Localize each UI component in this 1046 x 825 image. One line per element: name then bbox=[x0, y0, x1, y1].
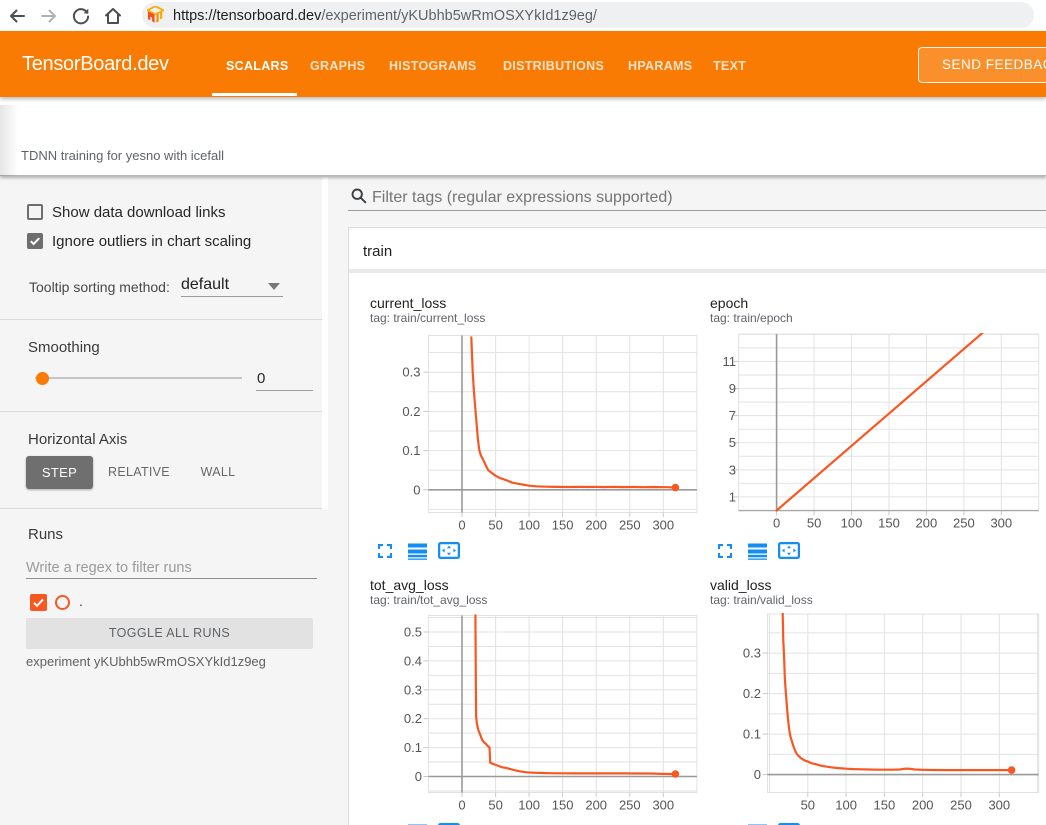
svg-text:50: 50 bbox=[488, 798, 502, 813]
svg-text:0.2: 0.2 bbox=[404, 711, 422, 726]
svg-text:250: 250 bbox=[953, 516, 975, 531]
svg-text:0.1: 0.1 bbox=[402, 443, 420, 458]
svg-text:5: 5 bbox=[729, 435, 736, 450]
svg-text:100: 100 bbox=[841, 516, 863, 531]
svg-text:50: 50 bbox=[488, 518, 502, 533]
svg-text:1: 1 bbox=[729, 489, 736, 504]
svg-text:0.1: 0.1 bbox=[743, 727, 761, 742]
svg-text:0.3: 0.3 bbox=[402, 365, 420, 380]
svg-text:0.2: 0.2 bbox=[743, 686, 761, 701]
svg-text:0: 0 bbox=[458, 798, 465, 813]
svg-text:300: 300 bbox=[988, 798, 1010, 813]
svg-text:300: 300 bbox=[652, 798, 674, 813]
svg-text:150: 150 bbox=[552, 518, 574, 533]
svg-text:250: 250 bbox=[950, 798, 972, 813]
svg-text:200: 200 bbox=[585, 798, 607, 813]
svg-text:0: 0 bbox=[754, 767, 761, 782]
svg-text:0.3: 0.3 bbox=[743, 646, 761, 661]
svg-text:300: 300 bbox=[652, 518, 674, 533]
svg-text:100: 100 bbox=[518, 798, 540, 813]
svg-text:100: 100 bbox=[835, 798, 857, 813]
svg-text:0.3: 0.3 bbox=[404, 682, 422, 697]
svg-text:0.4: 0.4 bbox=[404, 653, 422, 668]
svg-text:0.1: 0.1 bbox=[404, 740, 422, 755]
svg-text:9: 9 bbox=[729, 381, 736, 396]
svg-text:0.5: 0.5 bbox=[404, 625, 422, 640]
svg-text:0: 0 bbox=[458, 518, 465, 533]
svg-text:200: 200 bbox=[912, 798, 934, 813]
svg-text:200: 200 bbox=[916, 516, 938, 531]
svg-text:50: 50 bbox=[807, 516, 821, 531]
svg-text:150: 150 bbox=[874, 798, 896, 813]
svg-text:100: 100 bbox=[518, 518, 540, 533]
svg-text:300: 300 bbox=[990, 516, 1012, 531]
svg-text:0: 0 bbox=[415, 769, 422, 784]
svg-text:150: 150 bbox=[878, 516, 900, 531]
svg-text:0: 0 bbox=[773, 516, 780, 531]
svg-text:3: 3 bbox=[729, 462, 736, 477]
svg-text:0: 0 bbox=[413, 482, 420, 497]
svg-text:11: 11 bbox=[723, 354, 737, 369]
svg-text:50: 50 bbox=[801, 798, 815, 813]
svg-text:150: 150 bbox=[552, 798, 574, 813]
svg-text:0.2: 0.2 bbox=[402, 404, 420, 419]
svg-text:250: 250 bbox=[619, 798, 641, 813]
svg-text:7: 7 bbox=[729, 408, 736, 423]
svg-text:200: 200 bbox=[585, 518, 607, 533]
svg-text:250: 250 bbox=[619, 518, 641, 533]
